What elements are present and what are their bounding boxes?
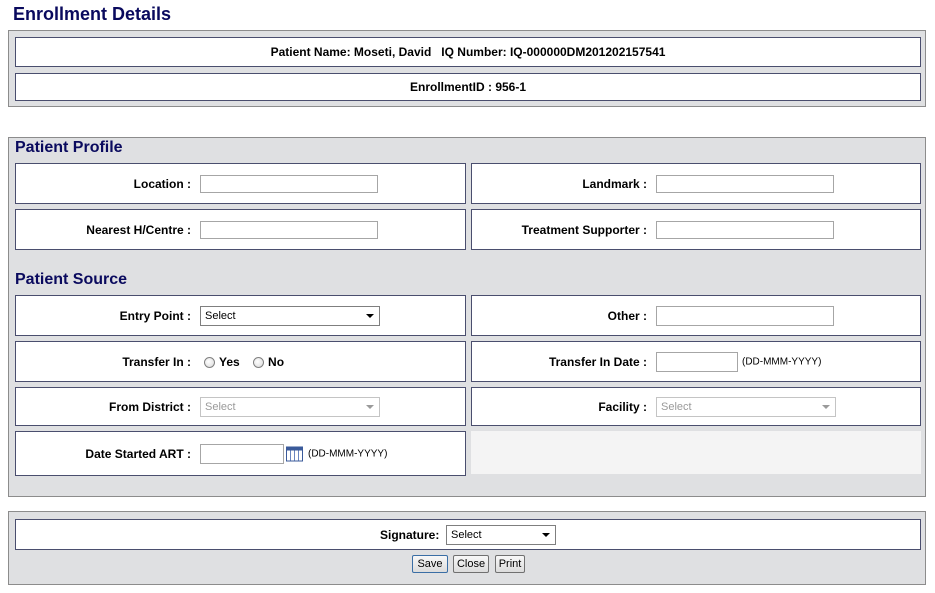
enrollment-id-text: EnrollmentID : 956-1 — [409, 80, 527, 94]
landmark-label: Landmark : — [582, 176, 647, 191]
signature-panel: Signature: Select Save Close Print — [8, 511, 926, 585]
empty-cell — [471, 431, 921, 474]
treatment-supporter-label: Treatment Supporter : — [521, 222, 647, 237]
print-button[interactable]: Print — [495, 555, 525, 573]
other-input[interactable] — [656, 305, 834, 326]
close-button[interactable]: Close — [453, 555, 489, 573]
chevron-down-icon — [822, 404, 830, 409]
location-row: Location : — [15, 163, 466, 204]
art-date-format-hint: (DD-MMM-YYYY) — [308, 448, 388, 459]
treatment-supporter-row: Treatment Supporter : — [471, 209, 921, 250]
entry-point-value: Select — [205, 309, 236, 322]
entry-point-row: Entry Point : Select — [15, 295, 466, 336]
calendar-icon[interactable] — [286, 446, 303, 461]
patient-profile-heading: Patient Profile — [15, 139, 123, 156]
from-district-select[interactable]: Select — [200, 396, 380, 417]
signature-label: Signature: — [380, 527, 440, 542]
nearest-centre-label: Nearest H/Centre : — [86, 222, 191, 237]
date-started-art-input[interactable] — [200, 443, 284, 464]
landmark-row: Landmark : — [471, 163, 921, 204]
treatment-supporter-input[interactable] — [656, 220, 834, 239]
chevron-down-icon — [366, 404, 374, 409]
chevron-down-icon — [542, 532, 550, 537]
transfer-date-label: Transfer In Date : — [548, 354, 647, 369]
page-title: Enrollment Details — [13, 4, 172, 24]
other-label: Other : — [607, 308, 647, 323]
transfer-in-row: Transfer In : Yes No — [15, 341, 466, 382]
from-district-label: From District : — [108, 399, 191, 414]
patient-details-panel: Patient Profile Location : Landmark : Ne… — [8, 137, 926, 497]
save-button[interactable]: Save — [412, 555, 448, 573]
transfer-yes-label: Yes — [219, 354, 240, 369]
facility-label: Facility : — [598, 399, 647, 414]
patient-name-box: Patient Name: Moseti, David IQ Number: I… — [15, 37, 921, 67]
transfer-no-label: No — [268, 354, 285, 369]
signature-select[interactable]: Select — [446, 524, 556, 545]
date-started-art-label: Date Started ART : — [85, 446, 191, 461]
transfer-no-radio[interactable] — [253, 356, 265, 368]
nearest-centre-row: Nearest H/Centre : — [15, 209, 466, 250]
entry-point-label: Entry Point : — [119, 308, 191, 323]
patient-info-text: Patient Name: Moseti, David IQ Number: I… — [270, 45, 666, 59]
transfer-in-options: Yes No — [204, 355, 284, 369]
enrollment-id-box: EnrollmentID : 956-1 — [15, 73, 921, 101]
transfer-date-input[interactable] — [656, 351, 738, 372]
from-district-row: From District : Select — [15, 387, 466, 426]
other-row: Other : — [471, 295, 921, 336]
from-district-value: Select — [205, 400, 236, 413]
signature-row: Signature: Select — [15, 519, 921, 550]
landmark-input[interactable] — [656, 174, 834, 193]
entry-point-select[interactable]: Select — [200, 305, 380, 326]
transfer-yes-radio[interactable] — [204, 356, 215, 368]
location-label: Location : — [133, 176, 191, 191]
facility-select[interactable]: Select — [656, 396, 836, 417]
transfer-in-label: Transfer In : — [122, 354, 191, 369]
chevron-down-icon — [366, 313, 374, 318]
signature-value: Select — [451, 528, 482, 541]
patient-header-panel: Patient Name: Moseti, David IQ Number: I… — [8, 30, 926, 107]
transfer-date-format-hint: (DD-MMM-YYYY) — [742, 356, 822, 367]
patient-source-heading: Patient Source — [15, 271, 128, 288]
date-started-art-row: Date Started ART : (DD-MMM-YYYY) — [15, 431, 466, 476]
facility-value: Select — [661, 400, 692, 413]
location-input[interactable] — [200, 174, 378, 193]
nearest-centre-input[interactable] — [200, 220, 378, 239]
facility-row: Facility : Select — [471, 387, 921, 426]
transfer-date-row: Transfer In Date : (DD-MMM-YYYY) — [471, 341, 921, 382]
